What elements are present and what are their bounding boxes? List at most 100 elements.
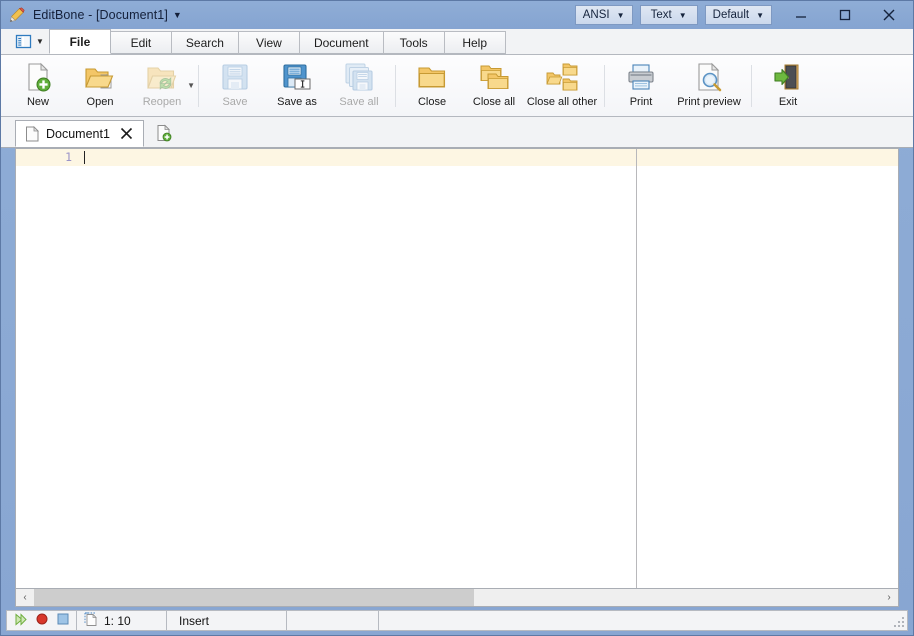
close-all-other-button[interactable]: Close all other	[525, 57, 599, 115]
exit-button[interactable]: Exit	[757, 57, 819, 115]
open-folder-icon	[84, 60, 116, 94]
text-caret	[84, 151, 85, 164]
printer-icon	[626, 60, 656, 94]
horizontal-scrollbar[interactable]: ‹ ›	[15, 588, 899, 607]
insert-mode-cell[interactable]: Insert	[167, 611, 287, 630]
resize-grip[interactable]	[894, 617, 905, 628]
print-preview-button[interactable]: Print preview	[672, 57, 746, 115]
new-tab-button[interactable]	[149, 120, 179, 146]
title-bar: EditBone - [Document1] ▼ ANSI ▼ Text ▼ D…	[1, 1, 913, 29]
print-button-label: Print	[629, 95, 653, 108]
document-tab-document1[interactable]: Document1	[15, 120, 144, 147]
status-cell-5[interactable]	[379, 611, 907, 630]
save-button[interactable]: Save	[204, 57, 266, 115]
close-tab-button[interactable]	[119, 126, 135, 142]
document-tab-bar: Document1	[1, 117, 913, 148]
close-all-button[interactable]: Close all	[463, 57, 525, 115]
reopen-button-label: Reopen	[142, 95, 182, 108]
close-button[interactable]	[867, 2, 911, 28]
ribbon-tab-label: Help	[462, 35, 487, 50]
toolbar-separator	[604, 64, 605, 107]
ribbon-tab-tools[interactable]: Tools	[382, 31, 445, 54]
close-icon	[883, 9, 895, 21]
open-button-label: Open	[86, 95, 114, 108]
save-floppy-icon	[220, 60, 250, 94]
status-bar: 1: 10 Insert	[6, 610, 908, 631]
ribbon-tab-label: File	[69, 34, 91, 49]
ribbon-tab-view[interactable]: View	[237, 31, 300, 54]
open-button[interactable]: Open	[69, 57, 131, 115]
highlighter-combo-label: Text	[650, 9, 672, 21]
pencil-icon	[9, 7, 25, 23]
save-as-button-label: Save as	[277, 95, 317, 108]
macro-controls	[7, 611, 77, 630]
insert-mode-label: Insert	[179, 613, 210, 628]
chevron-down-icon: ▼	[616, 10, 625, 20]
save-as-floppy-icon	[282, 60, 312, 94]
scrollbar-thumb[interactable]	[34, 589, 474, 606]
ribbon-options-button[interactable]: ▼	[11, 29, 50, 53]
highlighter-combo[interactable]: Text ▼	[639, 5, 698, 25]
close-all-folders-icon	[479, 60, 509, 94]
macro-play-icon[interactable]	[14, 612, 27, 629]
editor-area: 1 ‹ ›	[1, 148, 913, 607]
ribbon-tab-label: View	[256, 35, 282, 50]
scrollbar-track[interactable]	[34, 589, 880, 606]
ribbon-tab-strip: ▼ File Edit Search View Document Tools H…	[1, 29, 913, 55]
ribbon-tab-help[interactable]: Help	[443, 31, 506, 54]
document-tab-label: Document1	[46, 126, 110, 141]
chevron-down-icon: ▼	[36, 36, 44, 46]
colors-combo[interactable]: Default ▼	[704, 5, 772, 25]
close-all-other-button-label: Close all other	[526, 95, 598, 108]
encoding-combo-label: ANSI	[582, 9, 610, 21]
toolbar-separator	[751, 64, 752, 107]
status-bar-container: 1: 10 Insert	[1, 607, 913, 635]
reopen-button[interactable]: Reopen ▼	[131, 57, 195, 115]
new-document-icon	[22, 60, 54, 94]
chevron-down-icon: ▼	[756, 10, 764, 20]
maximize-icon	[839, 9, 851, 21]
macro-record-icon[interactable]	[36, 613, 48, 628]
ribbon-tab-document[interactable]: Document	[298, 31, 384, 54]
status-cell-4[interactable]	[287, 611, 379, 630]
ribbon-tab-edit[interactable]: Edit	[109, 31, 172, 54]
ribbon-tab-label: Edit	[130, 35, 152, 50]
panel-layout-icon	[15, 34, 32, 48]
active-line-highlight	[16, 149, 898, 166]
new-button[interactable]: New	[7, 57, 69, 115]
chevron-down-icon: ▼	[678, 10, 687, 20]
ribbon-tab-file[interactable]: File	[48, 29, 111, 54]
close-other-folders-icon	[546, 60, 578, 94]
text-editor[interactable]: 1	[15, 148, 899, 588]
maximize-button[interactable]	[823, 2, 867, 28]
line-number: 1	[65, 150, 72, 164]
print-preview-button-label: Print preview	[677, 95, 741, 108]
close-document-button-label: Close	[417, 95, 447, 108]
exit-button-label: Exit	[778, 95, 798, 108]
exit-door-icon	[773, 60, 803, 94]
close-folder-icon	[417, 60, 447, 94]
print-button[interactable]: Print	[610, 57, 672, 115]
ribbon-toolbar: New Open Reopen ▼ Save Save as Save all …	[1, 55, 913, 117]
new-document-icon	[157, 124, 172, 142]
window-title: EditBone - [Document1]	[33, 8, 168, 22]
minimize-button[interactable]	[779, 2, 823, 28]
new-button-label: New	[26, 95, 49, 108]
ribbon-tab-search[interactable]: Search	[170, 31, 239, 54]
cursor-position-cell[interactable]: 1: 10	[77, 611, 167, 630]
colors-combo-label: Default	[712, 9, 750, 21]
save-all-floppy-icon	[344, 60, 374, 94]
save-as-button[interactable]: Save as	[266, 57, 328, 115]
chevron-down-icon[interactable]: ▼	[187, 81, 195, 90]
scroll-right-button[interactable]: ›	[880, 589, 898, 606]
title-dropdown-caret[interactable]: ▼	[173, 10, 182, 20]
close-document-button[interactable]: Close	[401, 57, 463, 115]
document-icon	[26, 125, 39, 141]
minimize-icon	[796, 16, 806, 18]
right-margin-guide	[636, 149, 637, 588]
scroll-left-button[interactable]: ‹	[16, 589, 34, 606]
ribbon-tab-label: Search	[185, 35, 224, 50]
macro-stop-icon[interactable]	[57, 613, 69, 628]
save-all-button[interactable]: Save all	[328, 57, 390, 115]
encoding-combo[interactable]: ANSI ▼	[574, 5, 633, 25]
